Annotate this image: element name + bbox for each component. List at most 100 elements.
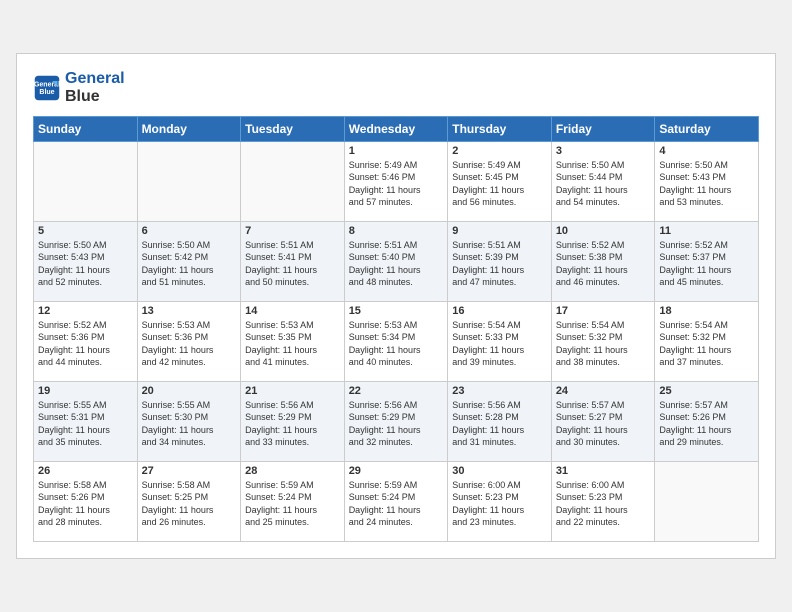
calendar-cell: 6 Sunrise: 5:50 AM Sunset: 5:42 PM Daylig…	[137, 221, 241, 301]
logo-general: General	[65, 70, 125, 88]
weekday-header-row: SundayMondayTuesdayWednesdayThursdayFrid…	[34, 116, 759, 141]
calendar-cell: 26 Sunrise: 5:58 AM Sunset: 5:26 PM Dayli…	[34, 461, 138, 541]
weekday-header-friday: Friday	[551, 116, 655, 141]
day-number: 21	[245, 385, 340, 397]
cell-text: Sunrise: 5:49 AM Sunset: 5:45 PM Dayligh…	[452, 159, 547, 209]
weekday-header-thursday: Thursday	[448, 116, 552, 141]
day-number: 28	[245, 465, 340, 477]
header: General Blue General Blue	[33, 70, 759, 105]
calendar-cell: 22 Sunrise: 5:56 AM Sunset: 5:29 PM Dayli…	[344, 381, 448, 461]
calendar-cell: 2 Sunrise: 5:49 AM Sunset: 5:45 PM Daylig…	[448, 141, 552, 221]
calendar-cell: 10 Sunrise: 5:52 AM Sunset: 5:38 PM Dayli…	[551, 221, 655, 301]
day-number: 27	[142, 465, 237, 477]
calendar-cell: 27 Sunrise: 5:58 AM Sunset: 5:25 PM Dayli…	[137, 461, 241, 541]
cell-text: Sunrise: 5:53 AM Sunset: 5:36 PM Dayligh…	[142, 319, 237, 369]
day-number: 16	[452, 305, 547, 317]
calendar-cell: 12 Sunrise: 5:52 AM Sunset: 5:36 PM Dayli…	[34, 301, 138, 381]
week-row-2: 5 Sunrise: 5:50 AM Sunset: 5:43 PM Daylig…	[34, 221, 759, 301]
day-number: 4	[659, 145, 754, 157]
day-number: 31	[556, 465, 651, 477]
cell-text: Sunrise: 5:50 AM Sunset: 5:42 PM Dayligh…	[142, 239, 237, 289]
calendar-cell: 1 Sunrise: 5:49 AM Sunset: 5:46 PM Daylig…	[344, 141, 448, 221]
calendar-cell: 29 Sunrise: 5:59 AM Sunset: 5:24 PM Dayli…	[344, 461, 448, 541]
day-number: 8	[349, 225, 444, 237]
cell-text: Sunrise: 5:50 AM Sunset: 5:43 PM Dayligh…	[38, 239, 133, 289]
day-number: 30	[452, 465, 547, 477]
cell-text: Sunrise: 5:59 AM Sunset: 5:24 PM Dayligh…	[349, 479, 444, 529]
cell-text: Sunrise: 5:57 AM Sunset: 5:26 PM Dayligh…	[659, 399, 754, 449]
week-row-1: 1 Sunrise: 5:49 AM Sunset: 5:46 PM Daylig…	[34, 141, 759, 221]
day-number: 12	[38, 305, 133, 317]
cell-text: Sunrise: 5:50 AM Sunset: 5:44 PM Dayligh…	[556, 159, 651, 209]
cell-text: Sunrise: 5:58 AM Sunset: 5:26 PM Dayligh…	[38, 479, 133, 529]
calendar-cell: 30Sunrise: 6:00 AM Sunset: 5:23 PM Dayli…	[448, 461, 552, 541]
calendar-cell	[137, 141, 241, 221]
cell-text: Sunrise: 5:54 AM Sunset: 5:32 PM Dayligh…	[556, 319, 651, 369]
day-number: 25	[659, 385, 754, 397]
calendar-cell: 23Sunrise: 5:56 AM Sunset: 5:28 PM Dayli…	[448, 381, 552, 461]
calendar-table: SundayMondayTuesdayWednesdayThursdayFrid…	[33, 116, 759, 542]
day-number: 24	[556, 385, 651, 397]
cell-text: Sunrise: 5:56 AM Sunset: 5:28 PM Dayligh…	[452, 399, 547, 449]
cell-text: Sunrise: 5:51 AM Sunset: 5:39 PM Dayligh…	[452, 239, 547, 289]
calendar-cell: 16 Sunrise: 5:54 AM Sunset: 5:33 PM Dayli…	[448, 301, 552, 381]
day-number: 2	[452, 145, 547, 157]
calendar-cell: 20Sunrise: 5:55 AM Sunset: 5:30 PM Dayli…	[137, 381, 241, 461]
week-row-4: 19Sunrise: 5:55 AM Sunset: 5:31 PM Dayli…	[34, 381, 759, 461]
day-number: 22	[349, 385, 444, 397]
day-number: 5	[38, 225, 133, 237]
weekday-header-tuesday: Tuesday	[241, 116, 345, 141]
cell-text: Sunrise: 5:51 AM Sunset: 5:40 PM Dayligh…	[349, 239, 444, 289]
day-number: 29	[349, 465, 444, 477]
day-number: 11	[659, 225, 754, 237]
cell-text: Sunrise: 5:50 AM Sunset: 5:43 PM Dayligh…	[659, 159, 754, 209]
day-number: 6	[142, 225, 237, 237]
cell-text: Sunrise: 5:56 AM Sunset: 5:29 PM Dayligh…	[349, 399, 444, 449]
day-number: 14	[245, 305, 340, 317]
calendar-cell	[655, 461, 759, 541]
logo: General Blue General Blue	[33, 70, 125, 105]
calendar-cell: 18Sunrise: 5:54 AM Sunset: 5:32 PM Dayli…	[655, 301, 759, 381]
cell-text: Sunrise: 5:49 AM Sunset: 5:46 PM Dayligh…	[349, 159, 444, 209]
calendar-cell	[34, 141, 138, 221]
cell-text: Sunrise: 6:00 AM Sunset: 5:23 PM Dayligh…	[556, 479, 651, 529]
calendar-cell: 19Sunrise: 5:55 AM Sunset: 5:31 PM Dayli…	[34, 381, 138, 461]
cell-text: Sunrise: 5:54 AM Sunset: 5:32 PM Dayligh…	[659, 319, 754, 369]
calendar-cell: 8 Sunrise: 5:51 AM Sunset: 5:40 PM Daylig…	[344, 221, 448, 301]
day-number: 3	[556, 145, 651, 157]
calendar-cell: 11 Sunrise: 5:52 AM Sunset: 5:37 PM Dayli…	[655, 221, 759, 301]
day-number: 15	[349, 305, 444, 317]
cell-text: Sunrise: 5:52 AM Sunset: 5:36 PM Dayligh…	[38, 319, 133, 369]
calendar-cell: 14 Sunrise: 5:53 AM Sunset: 5:35 PM Dayli…	[241, 301, 345, 381]
day-number: 10	[556, 225, 651, 237]
day-number: 7	[245, 225, 340, 237]
calendar-cell: 17Sunrise: 5:54 AM Sunset: 5:32 PM Dayli…	[551, 301, 655, 381]
calendar-cell: 28Sunrise: 5:59 AM Sunset: 5:24 PM Dayli…	[241, 461, 345, 541]
logo-blue: Blue	[65, 88, 125, 106]
calendar-cell: 5 Sunrise: 5:50 AM Sunset: 5:43 PM Daylig…	[34, 221, 138, 301]
weekday-header-monday: Monday	[137, 116, 241, 141]
calendar-cell	[241, 141, 345, 221]
cell-text: Sunrise: 5:52 AM Sunset: 5:37 PM Dayligh…	[659, 239, 754, 289]
day-number: 19	[38, 385, 133, 397]
svg-text:Blue: Blue	[39, 89, 54, 96]
cell-text: Sunrise: 5:53 AM Sunset: 5:34 PM Dayligh…	[349, 319, 444, 369]
cell-text: Sunrise: 5:54 AM Sunset: 5:33 PM Dayligh…	[452, 319, 547, 369]
cell-text: Sunrise: 5:53 AM Sunset: 5:35 PM Dayligh…	[245, 319, 340, 369]
weekday-header-saturday: Saturday	[655, 116, 759, 141]
cell-text: Sunrise: 5:51 AM Sunset: 5:41 PM Dayligh…	[245, 239, 340, 289]
cell-text: Sunrise: 5:57 AM Sunset: 5:27 PM Dayligh…	[556, 399, 651, 449]
calendar-cell: 13Sunrise: 5:53 AM Sunset: 5:36 PM Dayli…	[137, 301, 241, 381]
calendar-cell: 24 Sunrise: 5:57 AM Sunset: 5:27 PM Dayli…	[551, 381, 655, 461]
cell-text: Sunrise: 5:52 AM Sunset: 5:38 PM Dayligh…	[556, 239, 651, 289]
calendar-cell: 3 Sunrise: 5:50 AM Sunset: 5:44 PM Daylig…	[551, 141, 655, 221]
week-row-5: 26 Sunrise: 5:58 AM Sunset: 5:26 PM Dayli…	[34, 461, 759, 541]
calendar-cell: 21 Sunrise: 5:56 AM Sunset: 5:29 PM Dayli…	[241, 381, 345, 461]
day-number: 26	[38, 465, 133, 477]
calendar-cell: 7 Sunrise: 5:51 AM Sunset: 5:41 PM Daylig…	[241, 221, 345, 301]
cell-text: Sunrise: 5:58 AM Sunset: 5:25 PM Dayligh…	[142, 479, 237, 529]
day-number: 1	[349, 145, 444, 157]
day-number: 20	[142, 385, 237, 397]
cell-text: Sunrise: 5:56 AM Sunset: 5:29 PM Dayligh…	[245, 399, 340, 449]
calendar-container: General Blue General Blue SundayMondayTu…	[16, 53, 776, 558]
